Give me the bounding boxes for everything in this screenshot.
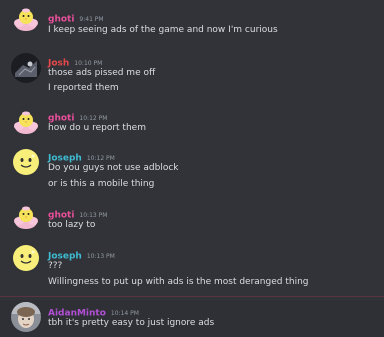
chick-avatar-icon [11, 107, 41, 137]
joseph-avatar[interactable] [11, 147, 41, 177]
message-header: ghoti 10:13 PM [48, 205, 107, 221]
chat-message-list: ghoti 9:41 PM I keep seeing ads of the ga… [0, 0, 384, 337]
smiley-avatar-icon [11, 243, 41, 273]
smiley-avatar-icon [11, 147, 41, 177]
message-text: Do you guys not use adblock [48, 163, 179, 173]
message-text: those ads pissed me off [48, 68, 156, 78]
message-text: or is this a mobile thing [48, 179, 155, 189]
ghoti-avatar[interactable] [11, 4, 41, 34]
message-text: tbh it's pretty easy to just ignore ads [48, 318, 215, 328]
photo-avatar-icon [11, 302, 41, 332]
chick-avatar-icon [11, 202, 41, 232]
aidan-avatar[interactable] [11, 302, 41, 332]
message-timestamp: 10:13 PM [86, 253, 115, 260]
message-header: Joseph 10:13 PM [48, 246, 115, 262]
josh-avatar[interactable] [11, 53, 41, 83]
message-text: I reported them [48, 83, 119, 93]
message-header: Josh 10:10 PM [48, 53, 102, 69]
ghoti-avatar[interactable] [11, 107, 41, 137]
message-header: ghoti 10:12 PM [48, 108, 107, 124]
message-text: how do u report them [48, 123, 146, 133]
joseph-avatar[interactable] [11, 243, 41, 273]
message-text: Willingness to put up with ads is the mo… [48, 277, 309, 287]
message-header: ghoti 9:41 PM [48, 9, 104, 25]
message-text: ??? [48, 261, 63, 271]
message-text: I keep seeing ads of the game and now I'… [48, 25, 278, 35]
message-header: AidanMinto 10:14 PM [48, 303, 139, 319]
dark-art-avatar-icon [11, 53, 41, 83]
ghoti-avatar[interactable] [11, 202, 41, 232]
chick-avatar-icon [11, 4, 41, 34]
message-header: Joseph 10:12 PM [48, 148, 115, 164]
message-timestamp: 9:41 PM [79, 16, 104, 23]
new-messages-divider [0, 296, 384, 297]
message-text: too lazy to [48, 220, 96, 230]
